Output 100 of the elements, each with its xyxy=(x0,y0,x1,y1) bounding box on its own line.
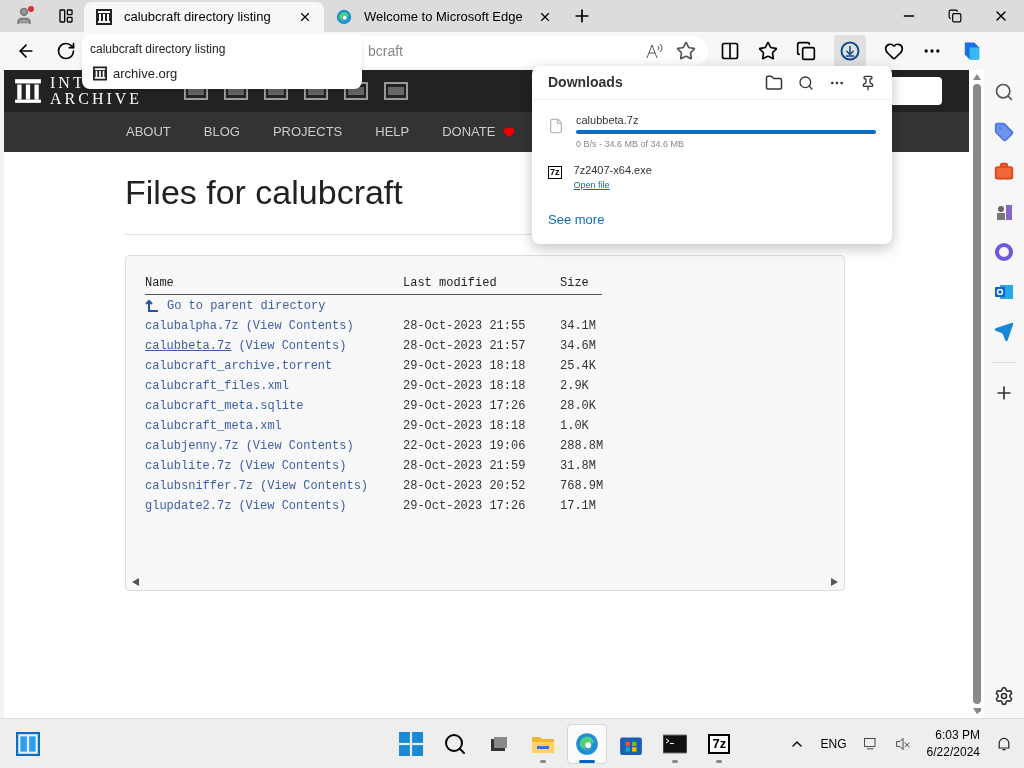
size-cell-text: 17.1M xyxy=(560,498,597,515)
muted-speaker-icon[interactable] xyxy=(894,735,911,752)
size-cell-text: 768.9M xyxy=(560,478,605,495)
size-cell-text: 25.4K xyxy=(560,358,597,375)
scroll-left-icon[interactable] xyxy=(132,578,140,586)
file-link[interactable]: calubcraft_archive.torrent xyxy=(145,357,333,375)
view-contents-link[interactable]: (View Contents) xyxy=(238,497,347,515)
tag-icon[interactable] xyxy=(994,122,1014,142)
size-cell-text: 28.0K xyxy=(560,398,597,415)
view-contents-link[interactable]: (View Contents) xyxy=(238,457,347,475)
network-icon[interactable] xyxy=(862,735,879,752)
modified-cell-text: 29-Oct-2023 17:26 xyxy=(403,398,527,415)
briefcase-icon[interactable] xyxy=(994,162,1014,182)
view-contents-link[interactable]: (View Contents) xyxy=(260,477,369,495)
file-link[interactable]: calubsniffer.7z xyxy=(145,477,254,495)
download-filename: 7z2407-x64.exe xyxy=(573,163,652,178)
logo-text: ARCHIVE xyxy=(50,91,143,107)
download-filename: calubbeta.7z xyxy=(576,113,640,128)
size-cell-text: 34.6M xyxy=(560,338,597,355)
view-contents-link[interactable]: (View Contents) xyxy=(245,437,354,455)
scroll-right-icon[interactable] xyxy=(830,578,838,586)
sevenzip-icon: 7z xyxy=(708,733,731,754)
see-more-link[interactable]: See more xyxy=(532,210,892,230)
scrollbar-thumb[interactable] xyxy=(972,84,981,704)
file-link[interactable]: calubalpha.7z xyxy=(145,317,239,335)
vertical-scrollbar[interactable] xyxy=(969,70,984,718)
clock-date[interactable]: 6/22/2024 xyxy=(926,743,980,761)
modified-cell-text: 29-Oct-2023 17:26 xyxy=(403,498,527,515)
clock-time[interactable]: 6:03 PM xyxy=(935,726,980,744)
notification-bell-icon[interactable] xyxy=(996,735,1012,752)
split-screen-icon[interactable] xyxy=(720,41,740,61)
send-icon[interactable] xyxy=(994,322,1014,342)
tab-actions-icon[interactable] xyxy=(58,8,74,24)
downloads-button[interactable] xyxy=(834,35,866,67)
file-link[interactable]: calubbeta.7z xyxy=(145,337,232,355)
size-cell-text: 34.1M xyxy=(560,318,597,335)
file-link[interactable]: calublite.7z xyxy=(145,457,232,475)
nav-link[interactable]: PROJECTS xyxy=(272,122,343,142)
download-item[interactable]: 7z 7z2407-x64.exe Open file xyxy=(532,154,892,208)
browser-tab[interactable]: Welcome to Microsoft Edge xyxy=(324,2,564,32)
archive-icon xyxy=(96,9,112,25)
folder-icon[interactable] xyxy=(765,73,783,92)
pin-icon[interactable] xyxy=(860,74,876,91)
file-link[interactable]: calubcraft_meta.sqlite xyxy=(145,397,304,415)
file-link[interactable]: calubjenny.7z xyxy=(145,437,239,455)
edge-icon xyxy=(336,9,352,25)
modified-cell-text: 29-Oct-2023 18:18 xyxy=(403,358,527,375)
close-tab-icon[interactable] xyxy=(298,10,312,24)
up-arrow-icon xyxy=(145,299,159,313)
file-icon xyxy=(548,116,564,136)
tooltip-site: archive.org xyxy=(113,65,178,83)
search-icon[interactable] xyxy=(994,82,1014,102)
file-link[interactable]: calubcraft_meta.xml xyxy=(145,417,282,435)
nav-link[interactable]: BLOG xyxy=(203,122,240,142)
media-type-icon[interactable] xyxy=(384,81,409,101)
downloads-title: Downloads xyxy=(548,73,624,92)
search-icon[interactable] xyxy=(798,74,814,91)
windows-logo-icon xyxy=(399,731,424,756)
modified-cell-text: 28-Oct-2023 21:55 xyxy=(403,318,527,335)
column-header: Name xyxy=(145,275,175,292)
column-header: Last modified xyxy=(403,275,498,292)
tooltip-title: calubcraft directory listing xyxy=(90,41,227,58)
refresh-icon[interactable] xyxy=(56,41,76,61)
tab-title: calubcraft directory listing xyxy=(124,8,272,27)
restore-icon[interactable] xyxy=(948,9,962,23)
collections-icon[interactable] xyxy=(796,41,816,61)
size-cell-text: 1.0K xyxy=(560,418,590,435)
close-tab-icon[interactable] xyxy=(538,10,552,24)
tab-title: Welcome to Microsoft Edge xyxy=(364,8,524,27)
search-field[interactable] xyxy=(892,77,942,105)
favorite-icon[interactable] xyxy=(676,41,696,61)
nav-link[interactable]: DONATE xyxy=(442,122,496,142)
archive-icon xyxy=(93,66,107,82)
archive-logo-icon[interactable] xyxy=(14,77,42,105)
browser-tab[interactable]: calubcraft directory listing xyxy=(84,2,324,32)
parent-directory-link[interactable]: Go to parent directory xyxy=(167,297,326,315)
open-file-link[interactable]: Open file xyxy=(573,178,652,192)
file-link[interactable]: glupdate2.7z xyxy=(145,497,232,515)
file-link[interactable]: calubcraft_files.xml xyxy=(145,377,290,395)
modified-cell-text: 29-Oct-2023 18:18 xyxy=(403,378,527,395)
scroll-down-icon[interactable] xyxy=(972,708,981,714)
mail-app-icon[interactable] xyxy=(994,282,1014,302)
view-contents-link[interactable]: (View Contents) xyxy=(245,317,354,335)
widgets-icon xyxy=(16,731,40,756)
health-icon[interactable] xyxy=(884,41,904,61)
view-contents-link[interactable]: (View Contents) xyxy=(238,337,347,355)
download-item[interactable]: calubbeta.7z 0 B/s - 34.6 MB of 34.6 MB xyxy=(532,100,892,154)
page-heading: Files for calubcraft xyxy=(125,172,403,212)
nav-link[interactable]: ABOUT xyxy=(126,122,171,142)
favorites-icon[interactable] xyxy=(758,41,778,61)
settings-icon[interactable] xyxy=(994,686,1014,706)
search-icon xyxy=(443,731,468,756)
profile-icon[interactable] xyxy=(14,6,34,26)
language-indicator[interactable]: ENG xyxy=(820,734,847,753)
modified-cell-text: 28-Oct-2023 21:59 xyxy=(403,458,527,475)
nav-link[interactable]: HELP xyxy=(375,122,410,142)
scroll-up-icon[interactable] xyxy=(972,74,981,80)
size-cell-text: 31.8M xyxy=(560,458,597,475)
taskbar-button[interactable]: 7z xyxy=(699,723,740,764)
address-text: bcraft xyxy=(368,41,404,61)
